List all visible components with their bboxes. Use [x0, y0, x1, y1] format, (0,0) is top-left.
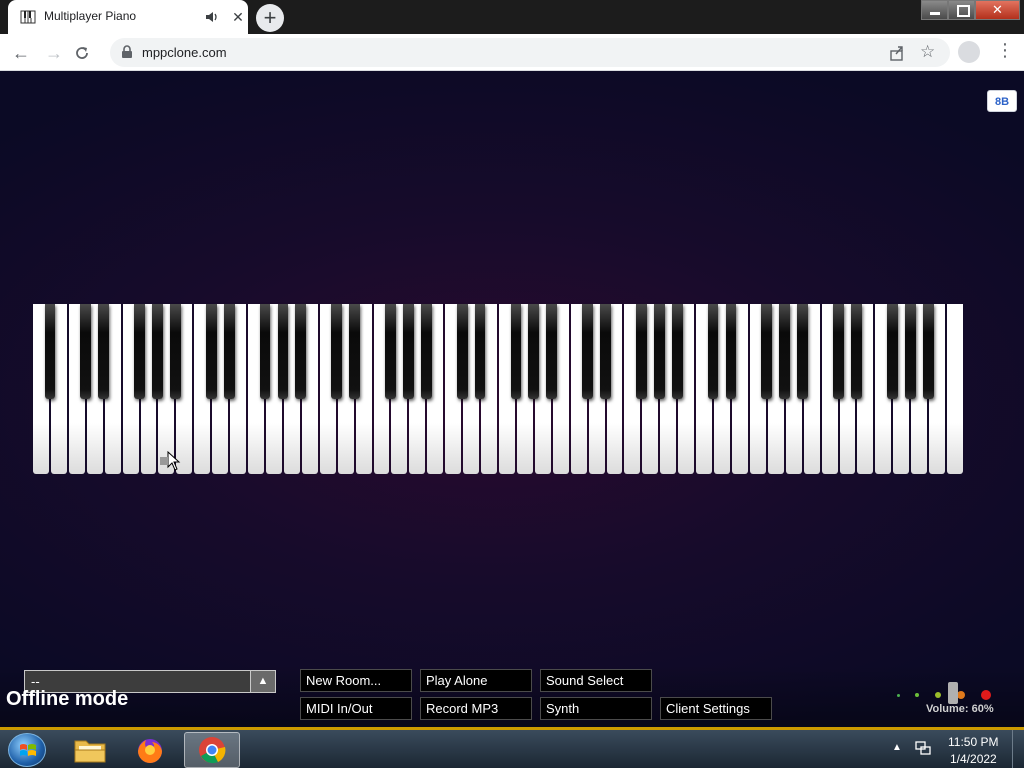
clock-time[interactable]: 11:50 PM	[948, 735, 998, 749]
black-key[interactable]	[134, 304, 145, 399]
piano-favicon-icon	[20, 10, 36, 24]
black-key[interactable]	[170, 304, 181, 399]
black-key[interactable]	[259, 304, 271, 399]
meter-dot	[915, 693, 919, 697]
black-key[interactable]	[205, 304, 217, 399]
record-mp3-button[interactable]: Record MP3	[420, 697, 532, 720]
speaker-icon[interactable]	[204, 9, 220, 25]
volume-meter	[897, 689, 997, 703]
meter-dot	[897, 694, 900, 697]
black-key[interactable]	[546, 304, 558, 399]
lock-icon	[122, 45, 132, 58]
profile-avatar-icon[interactable]	[958, 41, 980, 63]
show-hidden-icons-icon[interactable]: ▲	[892, 742, 902, 753]
taskbar: ▲ 11:50 PM 1/4/2022	[0, 727, 1024, 768]
browser-toolbar: ← → mppclone.com ☆ ⋮	[0, 34, 1024, 71]
taskbar-file-explorer[interactable]	[62, 732, 118, 768]
black-key[interactable]	[223, 304, 235, 399]
folder-icon	[74, 740, 106, 763]
triangle-up-icon[interactable]: ▲	[250, 671, 275, 692]
black-key[interactable]	[385, 304, 396, 399]
address-bar[interactable]: mppclone.com ☆	[110, 38, 950, 67]
black-key[interactable]	[600, 304, 611, 399]
black-key[interactable]	[474, 304, 486, 399]
meter-dot	[957, 691, 965, 699]
chrome-icon	[199, 737, 226, 764]
meter-dot	[935, 692, 941, 698]
black-key[interactable]	[420, 304, 432, 399]
black-key[interactable]	[653, 304, 665, 399]
black-key[interactable]	[44, 304, 56, 399]
black-key[interactable]	[349, 304, 360, 399]
client-settings-button[interactable]: Client Settings	[660, 697, 772, 720]
bookmark-star-icon[interactable]: ☆	[920, 42, 935, 62]
black-key[interactable]	[295, 304, 307, 399]
black-key[interactable]	[510, 304, 522, 399]
reload-icon[interactable]	[74, 45, 90, 61]
tab-title: Multiplayer Piano	[44, 9, 137, 23]
start-button[interactable]	[8, 733, 46, 767]
close-tab-icon[interactable]: ✕	[230, 9, 246, 25]
browser-menu-icon[interactable]: ⋮	[996, 40, 1014, 61]
black-key[interactable]	[886, 304, 898, 399]
black-key[interactable]	[671, 304, 683, 399]
new-room-button[interactable]: New Room...	[300, 669, 412, 692]
black-key[interactable]	[152, 304, 163, 399]
mouse-cursor-icon	[167, 451, 181, 471]
black-key[interactable]	[833, 304, 844, 399]
bb-badge[interactable]: 8B	[987, 90, 1017, 112]
url-text: mppclone.com	[142, 45, 227, 60]
black-key[interactable]	[80, 304, 92, 399]
forward-arrow-icon[interactable]: →	[41, 40, 67, 66]
piano-page: 8B -- ▲ Offline mode New Room... Play Al…	[0, 71, 1024, 727]
status-offline-mode: Offline mode	[6, 688, 129, 710]
black-key[interactable]	[582, 304, 593, 399]
taskbar-chrome[interactable]	[184, 732, 240, 768]
white-key[interactable]	[947, 304, 963, 474]
black-key[interactable]	[636, 304, 647, 399]
black-key[interactable]	[797, 304, 809, 399]
maximize-window-button[interactable]	[948, 0, 975, 20]
piano-keyboard[interactable]	[33, 304, 965, 474]
black-key[interactable]	[851, 304, 862, 399]
new-tab-button[interactable]: +	[256, 4, 284, 32]
volume-slider-knob[interactable]	[948, 682, 958, 704]
black-key[interactable]	[904, 304, 916, 399]
black-key[interactable]	[707, 304, 719, 399]
show-desktop-button[interactable]	[1012, 730, 1024, 768]
black-key[interactable]	[779, 304, 791, 399]
network-icon[interactable]	[914, 740, 932, 756]
black-key[interactable]	[403, 304, 414, 399]
volume-label: Volume: 60%	[926, 703, 994, 715]
meter-dot	[981, 690, 991, 700]
black-key[interactable]	[456, 304, 468, 399]
room-select-value: --	[31, 674, 40, 689]
black-key[interactable]	[98, 304, 110, 399]
minimize-window-button[interactable]	[921, 0, 948, 20]
black-key[interactable]	[725, 304, 737, 399]
sound-select-button[interactable]: Sound Select	[540, 669, 652, 692]
tab-multiplayer-piano[interactable]: Multiplayer Piano ✕	[8, 0, 248, 34]
clock-date[interactable]: 1/4/2022	[950, 752, 997, 766]
share-icon[interactable]	[888, 44, 906, 62]
back-arrow-icon[interactable]: ←	[8, 40, 34, 66]
tab-strip: Multiplayer Piano ✕ + ✕	[0, 0, 1024, 34]
black-key[interactable]	[922, 304, 934, 399]
synth-button[interactable]: Synth	[540, 697, 652, 720]
black-key[interactable]	[277, 304, 289, 399]
midi-in-out-button[interactable]: MIDI In/Out	[300, 697, 412, 720]
firefox-icon	[138, 739, 162, 763]
black-key[interactable]	[761, 304, 773, 399]
taskbar-firefox[interactable]	[123, 732, 179, 768]
pressed-key-indicator	[160, 457, 168, 465]
windows-logo-icon	[20, 744, 36, 756]
black-key[interactable]	[528, 304, 540, 399]
black-key[interactable]	[331, 304, 343, 399]
close-window-button[interactable]: ✕	[975, 0, 1020, 20]
play-alone-button[interactable]: Play Alone	[420, 669, 532, 692]
